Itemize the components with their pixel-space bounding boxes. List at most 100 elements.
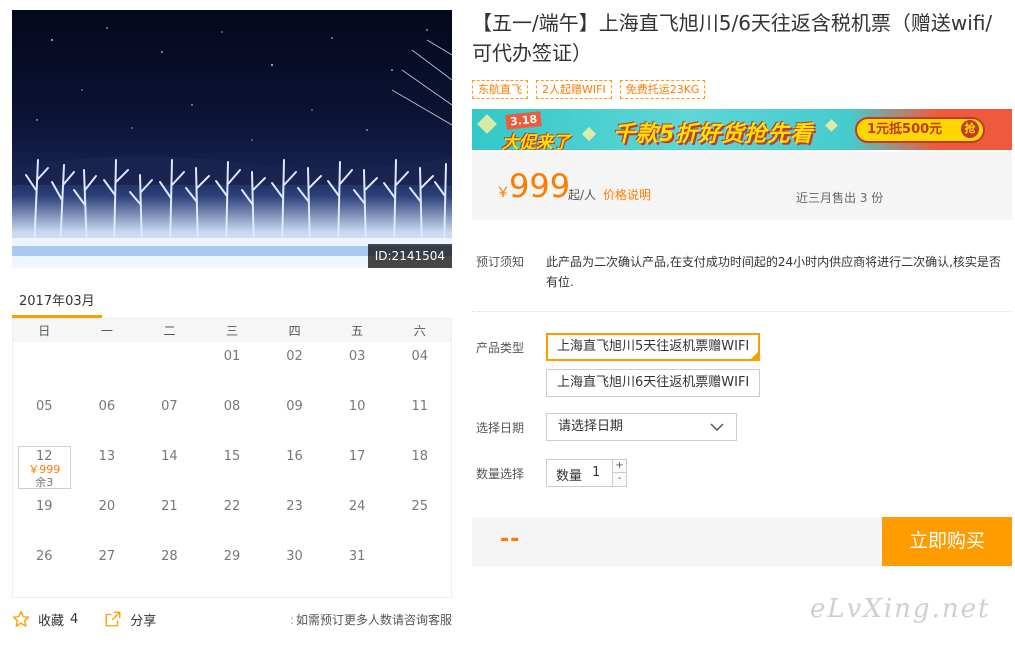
quantity-decrease-button[interactable]: - [612,473,626,486]
calendar-day[interactable]: 21 [138,492,201,542]
calendar-month-tab[interactable]: 2017年03月 [12,282,102,318]
price-currency: ￥ [496,185,510,201]
product-type-option-text: 上海直飞旭川6天往返机票赠WIFI [557,375,750,390]
calendar-day-number: 22 [223,499,241,514]
product-type-option-6day[interactable]: 上海直飞旭川6天往返机票赠WIFI [546,369,761,397]
weekday-label: 一 [100,324,113,338]
booking-notice-label: 预订须知 [476,255,525,269]
buy-now-button[interactable]: 立即购买 [882,517,1012,566]
promo-banner[interactable]: 3.18 大促来了 千款5折好货抢先看 1元抵500元 抢 [472,109,1012,150]
product-id-badge: ID:2141504 [367,244,452,268]
price-amount: 999 [509,167,571,205]
calendar-day-number: 10 [348,399,366,414]
calendar-day-number: 08 [223,399,241,414]
calendar-day[interactable]: 20 [76,492,139,542]
calendar-day-number: 06 [98,399,116,414]
calendar-day[interactable]: 22 [201,492,264,542]
product-type-option-text: 上海直飞旭川5天往返机票赠WIFI [557,339,750,354]
calendar-day-number: 01 [223,349,241,364]
calendar-day[interactable]: 07 [138,392,201,442]
calendar-day[interactable]: 29 [201,542,264,592]
calendar-day[interactable]: 10 [326,392,389,442]
quantity-increase-button[interactable]: + [612,460,626,473]
calendar-day[interactable]: 28 [138,542,201,592]
calendar-day[interactable]: 18 [388,442,451,492]
calendar-day[interactable]: 19 [13,492,76,542]
quantity-stepper: 数量 1 + - [546,459,627,487]
date-select[interactable]: 请选择日期 [546,413,737,441]
consult-text: 如需预订更多人数请咨询客服 [295,612,452,627]
calendar-day[interactable]: 17 [326,442,389,492]
calendar-day-number: 30 [286,549,303,564]
calendar-day-number: 24 [348,499,366,514]
calendar-day[interactable]: 04 [388,342,451,392]
calendar-day[interactable]: 30 [263,542,326,592]
quantity-inner-label: 数量 [556,469,583,484]
chevron-down-icon [710,423,724,432]
banner-coupon-text: 1元抵500元 [867,122,943,137]
watermark: eLvXing.net [810,594,991,624]
calendar-day[interactable]: 06 [76,392,139,442]
calendar-empty-cell [76,342,139,392]
calendar-day-number: 02 [286,349,303,364]
weekday-label: 日 [38,324,51,338]
calendar-day[interactable]: 03 [326,342,389,392]
calendar-day-number: 26 [36,549,53,564]
calendar-day[interactable]: 02 [263,342,326,392]
calendar-day-number: 25 [411,499,428,514]
calendar-empty-cell [13,342,76,392]
calendar-day[interactable]: 16 [263,442,326,492]
product-type-option-5day[interactable]: 上海直飞旭川5天往返机票赠WIFI [546,333,761,361]
product-actions: 收藏 4 分享 : 如需预订更多人数请咨询客服 [12,607,452,631]
share-label: 分享 [130,613,157,629]
calendar-day[interactable]: 05 [13,392,76,442]
calendar-day[interactable]: 01 [201,342,264,392]
calendar-day-number: 05 [36,399,53,414]
quantity-value[interactable]: 1 [592,465,600,480]
calendar-day-number: 11 [411,399,428,414]
total-price: -- [500,527,521,552]
calendar-day[interactable]: 25 [388,492,451,542]
calendar-day[interactable]: 31 [326,542,389,592]
purchase-bar: -- 立即购买 [472,517,1012,566]
calendar-day-number: 20 [98,499,116,514]
calendar-grid: 01 02 03 04 05 06 07 08 09 10 11 12 ￥999 余3 13 14 15 16 17… [13,342,451,592]
quantity-label: 数量选择 [476,467,525,481]
calendar-empty-cell [138,342,201,392]
calendar-day[interactable]: 11 [388,392,451,442]
calendar-day-number: 17 [348,449,366,464]
product-tag: 2人起赠WIFI [536,80,612,99]
night-forest-illustration [12,27,452,268]
banner-sparkle [477,114,497,134]
calendar-day[interactable]: 23 [263,492,326,542]
calendar-day[interactable]: 09 [263,392,326,442]
calendar-day[interactable]: 08 [201,392,264,442]
product-type-label: 产品类型 [476,341,525,355]
calendar-day[interactable]: 26 [13,542,76,592]
calendar-day[interactable]: 27 [76,542,139,592]
sold-count: 近三月售出 3 份 [796,191,884,205]
calendar-day[interactable]: 14 [138,442,201,492]
price-explain-link[interactable]: 价格说明 [603,186,651,203]
calendar-day[interactable]: 15 [201,442,264,492]
calendar-day-number: 16 [286,449,303,464]
share-button[interactable]: 分享 [104,610,156,629]
favorite-button[interactable]: 收藏 4 [12,610,78,629]
divider [472,311,1012,312]
weekday-label: 三 [226,324,239,338]
consult-bullet: : [289,612,294,627]
calendar-day[interactable]: 24 [326,492,389,542]
calendar-day-number: 19 [36,499,53,514]
consult-note: : 如需预订更多人数请咨询客服 [290,611,452,628]
calendar-day-number: 12 [36,449,53,464]
price-panel: ￥ 999 起/人 价格说明 近三月售出 3 份 [472,152,1012,220]
calendar-day-number: 21 [161,499,178,514]
calendar-day-available[interactable]: 12 ￥999 余3 [18,446,71,489]
banner-date: 3.18 [505,111,542,130]
calendar-day[interactable]: 13 [76,442,139,492]
calendar-day-number: 03 [348,349,366,364]
calendar-day-price: ￥999 [28,463,61,476]
calendar-day-number: 28 [161,549,178,564]
price-unit: 起/人 [568,188,597,202]
banner-coupon: 1元抵500元 抢 [855,117,985,143]
